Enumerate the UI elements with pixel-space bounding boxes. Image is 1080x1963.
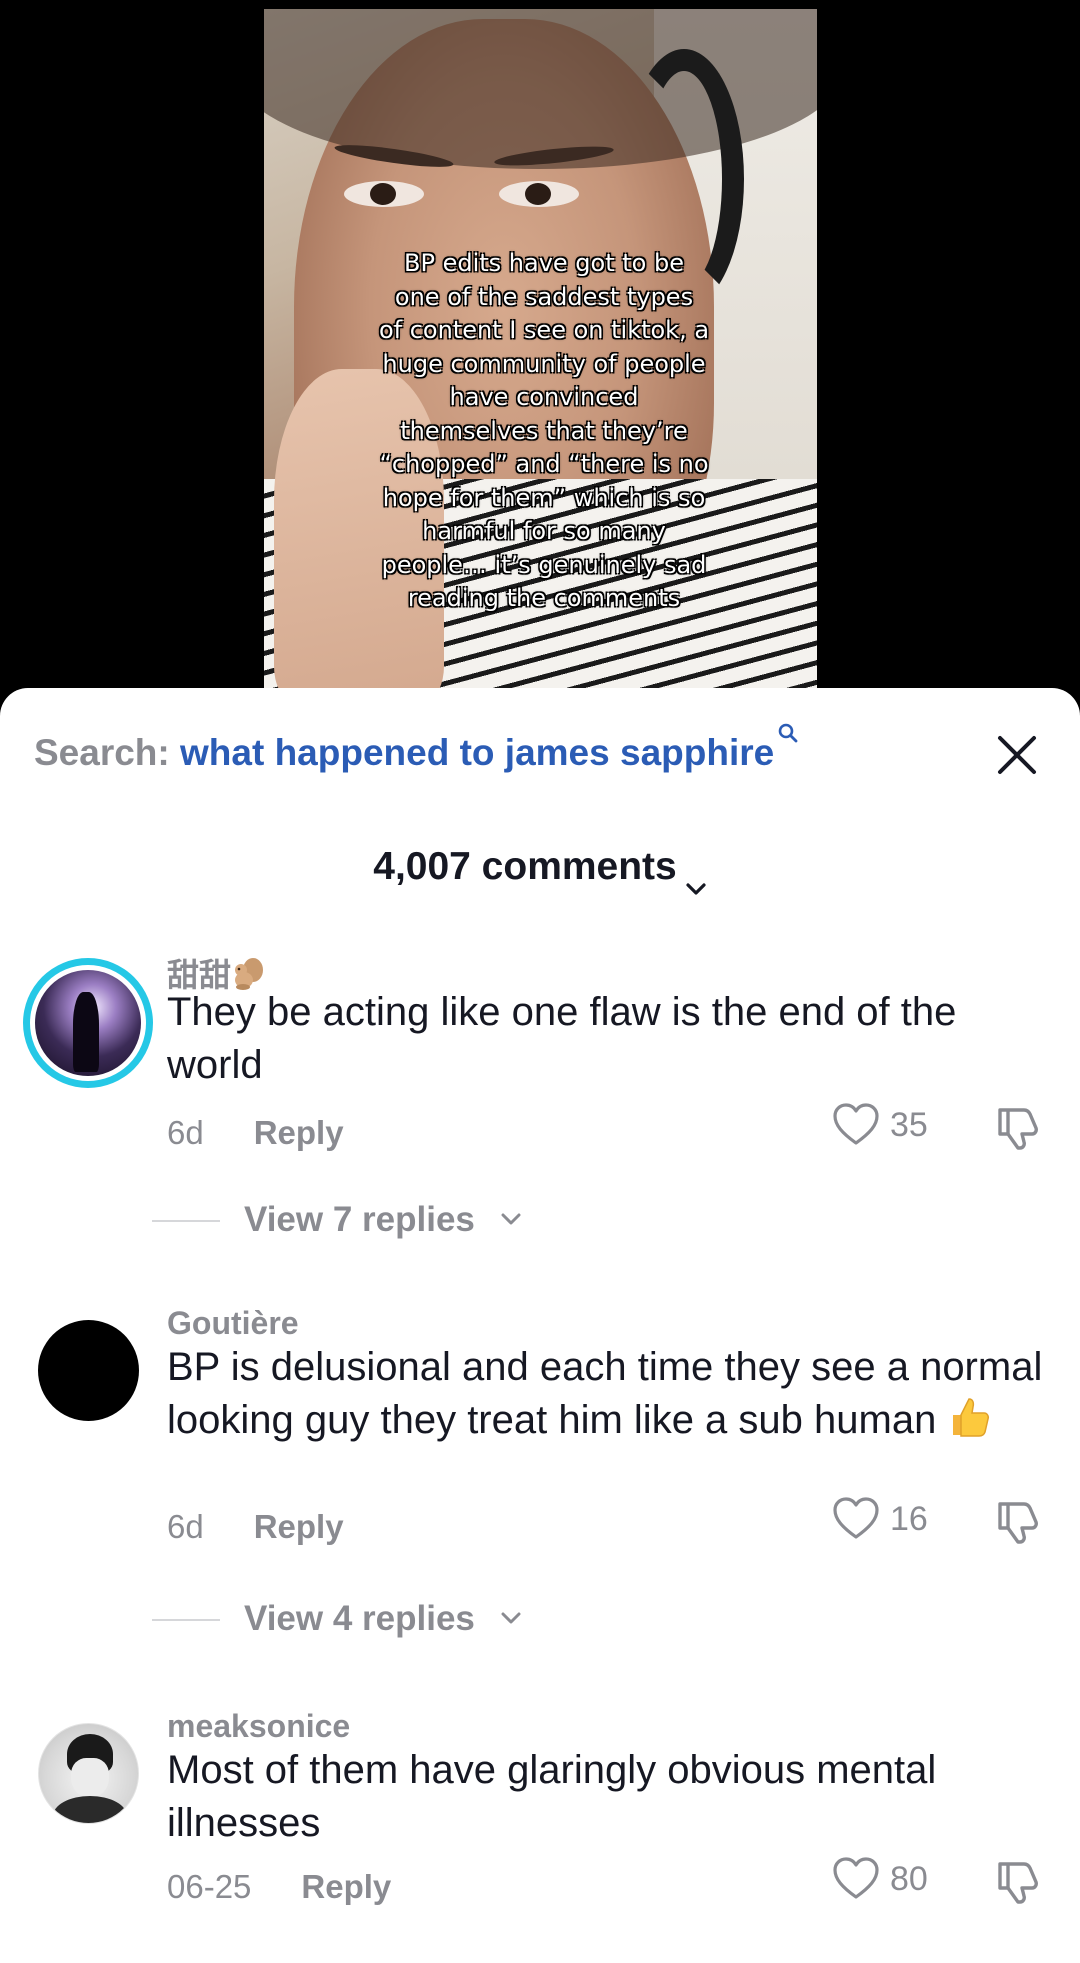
like-button[interactable]: 35 — [832, 1102, 942, 1148]
video-caption-overlay: BP edits have got to be one of the sadde… — [378, 249, 710, 612]
comments-count-label: 4,007 comments — [373, 845, 677, 888]
search-label: Search: — [34, 732, 181, 773]
chevron-down-icon — [685, 862, 707, 895]
comment-meta: 6d Reply — [167, 1508, 344, 1546]
avatar-silhouette — [73, 992, 99, 1072]
avatar-face — [71, 1758, 109, 1798]
comment-username[interactable]: meaksonice — [167, 1708, 350, 1745]
avatar[interactable] — [38, 1723, 139, 1824]
comment-username[interactable]: Goutière — [167, 1305, 299, 1342]
replies-divider — [152, 1220, 220, 1222]
avatar-shoulders — [53, 1796, 127, 1823]
video-thumbnail[interactable]: BP edits have got to be one of the sadde… — [264, 9, 817, 690]
reply-button[interactable]: Reply — [254, 1114, 344, 1151]
like-count: 35 — [890, 1106, 928, 1144]
thumbs-up-emoji-icon — [947, 1395, 991, 1453]
heart-icon — [833, 1103, 879, 1145]
comment-meta: 06-25 Reply — [167, 1868, 391, 1906]
comments-count-sort[interactable]: 4,007 comments — [0, 845, 1080, 895]
comment-age: 6d — [167, 1114, 204, 1151]
heart-icon — [833, 1857, 879, 1899]
dislike-icon[interactable] — [994, 1104, 1042, 1150]
avatar[interactable] — [23, 958, 153, 1088]
replies-divider — [152, 1619, 220, 1621]
chevron-down-icon — [500, 1611, 522, 1625]
like-button[interactable]: 80 — [832, 1856, 942, 1902]
comments-sheet: Search: what happened to james sapphire … — [0, 688, 1080, 1963]
reply-button[interactable]: Reply — [301, 1868, 391, 1905]
comment-text: Most of them have glaringly obvious ment… — [167, 1748, 937, 1845]
search-suggestion[interactable]: Search: what happened to james sapphire — [34, 723, 1044, 782]
close-icon[interactable] — [994, 732, 1040, 778]
view-replies-label: View 4 replies — [244, 1599, 475, 1638]
comment-age: 6d — [167, 1508, 204, 1545]
view-replies-label: View 7 replies — [244, 1200, 475, 1239]
video-eye-left — [344, 181, 424, 207]
comment-text: They be acting like one flaw is the end … — [167, 990, 957, 1087]
comment-meta: 6d Reply — [167, 1114, 344, 1152]
dislike-icon[interactable] — [994, 1858, 1042, 1904]
comment-text: BP is delusional and each time they see … — [167, 1341, 1047, 1453]
like-count: 16 — [890, 1500, 928, 1538]
avatar[interactable] — [38, 1320, 139, 1421]
avatar-ring — [30, 965, 146, 1081]
comment-age: 06-25 — [167, 1868, 252, 1905]
avatar-image — [35, 970, 141, 1076]
search-icon — [778, 712, 798, 743]
video-eye-right — [499, 181, 579, 207]
like-button[interactable]: 16 — [832, 1496, 942, 1542]
video-player[interactable]: BP edits have got to be one of the sadde… — [0, 0, 1080, 690]
view-replies-button[interactable]: View 4 replies — [152, 1599, 532, 1639]
dislike-icon[interactable] — [994, 1498, 1042, 1544]
reply-button[interactable]: Reply — [254, 1508, 344, 1545]
comment-text-content: BP is delusional and each time they see … — [167, 1345, 1043, 1442]
like-count: 80 — [890, 1860, 928, 1898]
heart-icon — [833, 1497, 879, 1539]
search-query-link[interactable]: what happened to james sapphire — [180, 732, 774, 773]
chevron-down-icon — [500, 1212, 522, 1226]
view-replies-button[interactable]: View 7 replies — [152, 1200, 532, 1240]
